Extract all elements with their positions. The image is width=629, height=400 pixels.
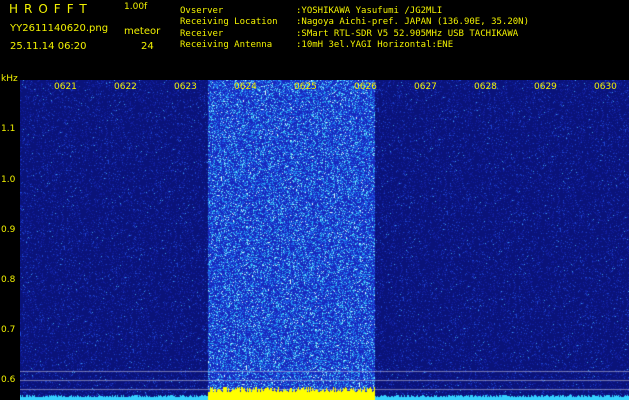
- x-tick-label: 0622: [114, 82, 137, 92]
- info-label: Receiving Location: [180, 17, 278, 27]
- info-value: :SMart RTL-SDR V5 52.905MHz USB TACHIKAW…: [296, 29, 519, 39]
- x-tick-label: 0623: [174, 82, 197, 92]
- hrofft-window: HROFFT 1.00f YY2611140620.png 25.11.14 0…: [0, 0, 629, 400]
- info-antenna: Receiving Antenna :10mH 3el.YAGI Horizont…: [180, 41, 453, 50]
- y-axis-unit: kHz: [1, 74, 18, 84]
- x-tick-label: 0621: [54, 82, 77, 92]
- info-location: Receiving Location :Nagoya Aichi-pref. JA…: [180, 18, 529, 27]
- info-value: :10mH 3el.YAGI Horizontal:ENE: [296, 40, 454, 50]
- waterfall-canvas: [20, 80, 629, 400]
- app-logo: HROFFT: [9, 2, 93, 16]
- y-tick-label: 1.0: [1, 175, 16, 185]
- info-receiver: Receiver :SMart RTL-SDR V5 52.905MHz USB …: [180, 30, 518, 39]
- image-filename: YY2611140620.png: [10, 23, 109, 34]
- meteor-count: 24: [141, 41, 154, 52]
- x-tick-label: 0625: [294, 82, 317, 92]
- x-tick-label: 0626: [354, 82, 377, 92]
- x-tick-label: 0629: [534, 82, 557, 92]
- capture-datetime: 25.11.14 06:20: [10, 41, 87, 52]
- y-tick-label: 0.7: [1, 325, 16, 335]
- info-label: Receiving Antenna: [180, 40, 273, 50]
- waterfall-spectrogram: [20, 80, 629, 400]
- y-tick-label: 0.9: [1, 225, 16, 235]
- x-tick-label: 0624: [234, 82, 257, 92]
- x-tick-label: 0628: [474, 82, 497, 92]
- info-observer: Ovserver :YOSHIKAWA Yasufumi /JG2MLI: [180, 7, 442, 16]
- info-value: :YOSHIKAWA Yasufumi /JG2MLI: [296, 6, 443, 16]
- info-value: :Nagoya Aichi-pref. JAPAN (136.90E, 35.2…: [296, 17, 529, 27]
- y-tick-label: 0.6: [1, 375, 16, 385]
- x-tick-label: 0627: [414, 82, 437, 92]
- info-label: Ovserver: [180, 6, 224, 16]
- info-label: Receiver: [180, 29, 224, 39]
- meteor-label: meteor: [124, 26, 161, 37]
- x-tick-label: 0630: [594, 82, 617, 92]
- y-tick-label: 1.1: [1, 124, 16, 134]
- y-tick-label: 0.8: [1, 275, 16, 285]
- app-version: 1.00f: [124, 2, 148, 12]
